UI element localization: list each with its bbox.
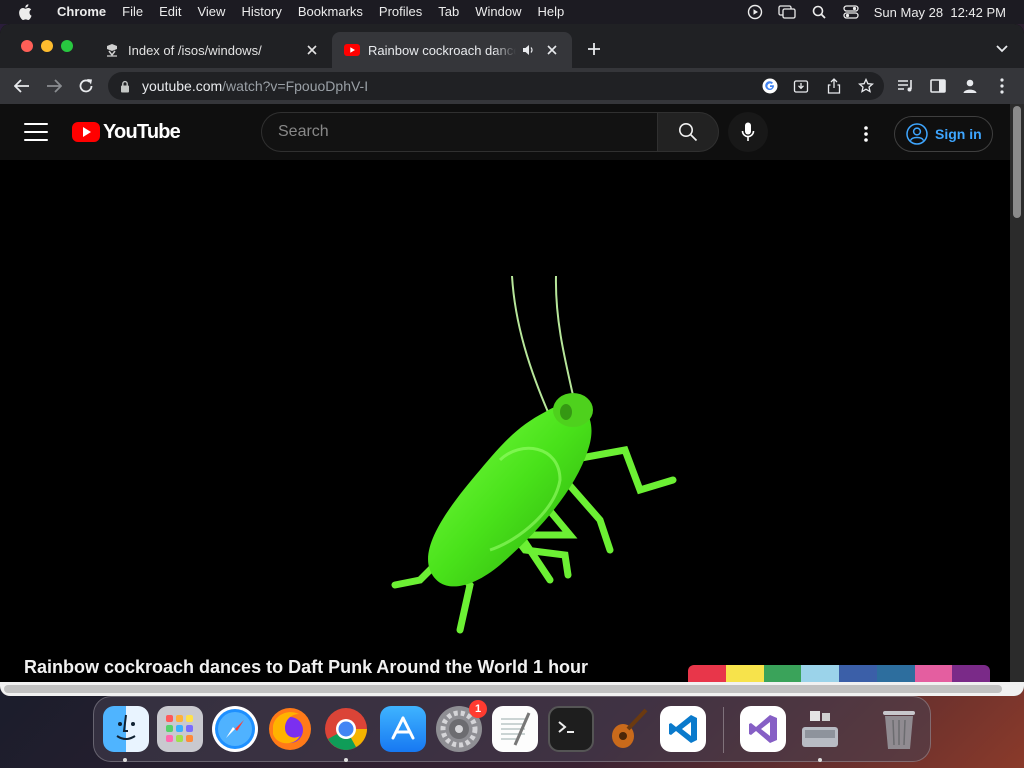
visual-studio-code-icon[interactable]	[660, 706, 706, 752]
menu-bookmarks[interactable]: Bookmarks	[290, 0, 371, 24]
video-player[interactable]	[0, 160, 1010, 640]
chrome-window: Index of /isos/windows/ Rainbow cockroac…	[0, 24, 1024, 696]
horizontal-scrollbar[interactable]	[0, 682, 1010, 696]
settings-more-icon[interactable]	[854, 122, 878, 146]
profile-avatar-icon[interactable]	[958, 74, 982, 98]
side-panel-icon[interactable]	[926, 74, 950, 98]
sign-in-label: Sign in	[935, 126, 982, 142]
firefox-icon[interactable]	[267, 706, 313, 752]
video-title: Rainbow cockroach dances to Daft Punk Ar…	[24, 657, 589, 677]
control-center-icon[interactable]	[842, 3, 860, 21]
search-button[interactable]	[657, 112, 719, 152]
finder-running-indicator	[123, 758, 127, 762]
install-app-icon[interactable]	[792, 77, 810, 95]
url-host: youtube.com	[142, 78, 223, 94]
vertical-scrollbar[interactable]	[1010, 104, 1024, 682]
youtube-masthead: YouTube Sign in	[0, 104, 1010, 160]
menu-profiles[interactable]: Profiles	[371, 0, 430, 24]
lock-icon[interactable]	[120, 80, 134, 93]
menu-tab[interactable]: Tab	[430, 0, 467, 24]
safari-icon[interactable]	[212, 706, 258, 752]
google-chrome-icon[interactable]	[323, 706, 369, 752]
menu-history[interactable]: History	[233, 0, 289, 24]
menu-window[interactable]: Window	[467, 0, 529, 24]
notification-badge: 1	[469, 700, 487, 718]
google-lens-icon[interactable]	[761, 77, 779, 95]
reload-icon[interactable]	[74, 74, 98, 98]
dock-separator	[723, 707, 724, 753]
minimize-window-button[interactable]	[41, 40, 53, 52]
audio-playing-icon[interactable]	[520, 42, 536, 58]
url-path: /watch?v=FpouoDphV-I	[222, 78, 369, 94]
search-box[interactable]	[261, 112, 657, 152]
instruments-guitar-icon[interactable]	[605, 706, 651, 752]
spotlight-search-icon[interactable]	[810, 3, 828, 21]
search-input[interactable]	[278, 123, 638, 141]
apple-menu-icon[interactable]	[18, 0, 38, 24]
sign-in-button[interactable]: Sign in	[894, 116, 993, 152]
scrollbar-corner	[1010, 682, 1024, 696]
download-icon	[104, 42, 120, 58]
boot-camp-assistant-icon[interactable]	[797, 706, 843, 752]
menu-view[interactable]: View	[189, 0, 233, 24]
close-tab-icon[interactable]	[544, 42, 560, 58]
search-icon	[679, 123, 698, 142]
tab-search-chevron-down-icon[interactable]	[990, 37, 1014, 61]
boot-camp-running-indicator	[818, 758, 822, 762]
back-arrow-icon[interactable]	[10, 74, 34, 98]
menu-chrome[interactable]: Chrome	[49, 0, 114, 24]
tab-title: Index of /isos/windows/	[128, 42, 262, 58]
guide-menu-icon[interactable]	[24, 123, 48, 141]
user-circle-icon	[905, 122, 929, 146]
visual-studio-icon[interactable]	[740, 706, 786, 752]
share-icon[interactable]	[825, 77, 843, 95]
macos-dock: 1	[93, 696, 931, 762]
youtube-wordmark: YouTube	[103, 120, 181, 143]
forward-arrow-icon[interactable]	[42, 74, 66, 98]
menu-help[interactable]: Help	[530, 0, 573, 24]
maximize-window-button[interactable]	[61, 40, 73, 52]
screen-mirroring-icon[interactable]	[778, 3, 796, 21]
textedit-icon[interactable]	[492, 706, 538, 752]
tab-strip: Index of /isos/windows/ Rainbow cockroac…	[0, 24, 1024, 68]
finder-icon[interactable]	[103, 706, 149, 752]
chrome-running-indicator	[344, 758, 348, 762]
voice-search-button[interactable]	[728, 112, 768, 152]
close-tab-icon[interactable]	[304, 42, 320, 58]
tab-title: Rainbow cockroach dances to Daft Punk Ar…	[368, 42, 516, 58]
youtube-icon	[344, 42, 360, 58]
browser-toolbar: youtube.com/watch?v=FpouoDphV-I	[0, 68, 1024, 104]
bookmark-star-icon[interactable]	[857, 77, 875, 95]
menu-bar: Chrome File Edit View History Bookmarks …	[0, 0, 1024, 24]
menu-edit[interactable]: Edit	[151, 0, 189, 24]
trash-icon[interactable]	[876, 706, 922, 752]
new-tab-icon[interactable]	[582, 37, 606, 61]
media-controls-icon[interactable]	[894, 74, 918, 98]
tab-isos-index[interactable]: Index of /isos/windows/	[92, 32, 332, 68]
close-window-button[interactable]	[21, 40, 33, 52]
screen-recording-icon[interactable]	[746, 3, 764, 21]
youtube-logo[interactable]: YouTube	[72, 120, 181, 143]
menubar-clock[interactable]: Sun May 28 12:42 PM	[874, 5, 1006, 20]
app-store-icon[interactable]	[380, 706, 426, 752]
microphone-icon	[741, 122, 755, 141]
menu-file[interactable]: File	[114, 0, 151, 24]
green-cockroach-video-frame	[391, 275, 677, 634]
youtube-play-logo-icon	[72, 122, 100, 142]
tab-youtube-video[interactable]: Rainbow cockroach dances to Daft Punk Ar…	[332, 32, 572, 68]
chrome-menu-kebab-icon[interactable]	[990, 74, 1014, 98]
launchpad-icon[interactable]	[157, 706, 203, 752]
terminal-icon[interactable]	[548, 706, 594, 752]
